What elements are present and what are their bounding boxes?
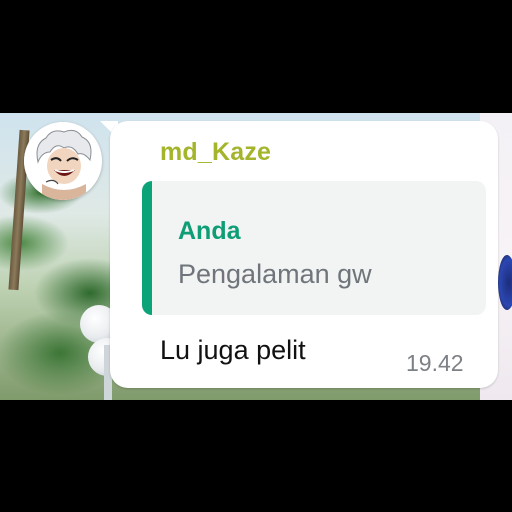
anime-character-avatar-icon [24, 122, 102, 200]
bottom-letterbox-bar [0, 400, 512, 512]
wallpaper-anime-eye [498, 255, 512, 310]
quote-accent-bar [142, 181, 152, 315]
sender-avatar[interactable] [24, 122, 102, 200]
top-letterbox-bar [0, 0, 512, 113]
quoted-message[interactable]: Anda Pengalaman gw [142, 181, 486, 315]
quoted-author-name: Anda [178, 217, 241, 245]
message-timestamp: 19.42 [406, 350, 464, 376]
sender-name[interactable]: md_Kaze [160, 138, 271, 167]
message-text: Lu juga pelit [160, 335, 306, 365]
quoted-message-text: Pengalaman gw [178, 259, 372, 289]
